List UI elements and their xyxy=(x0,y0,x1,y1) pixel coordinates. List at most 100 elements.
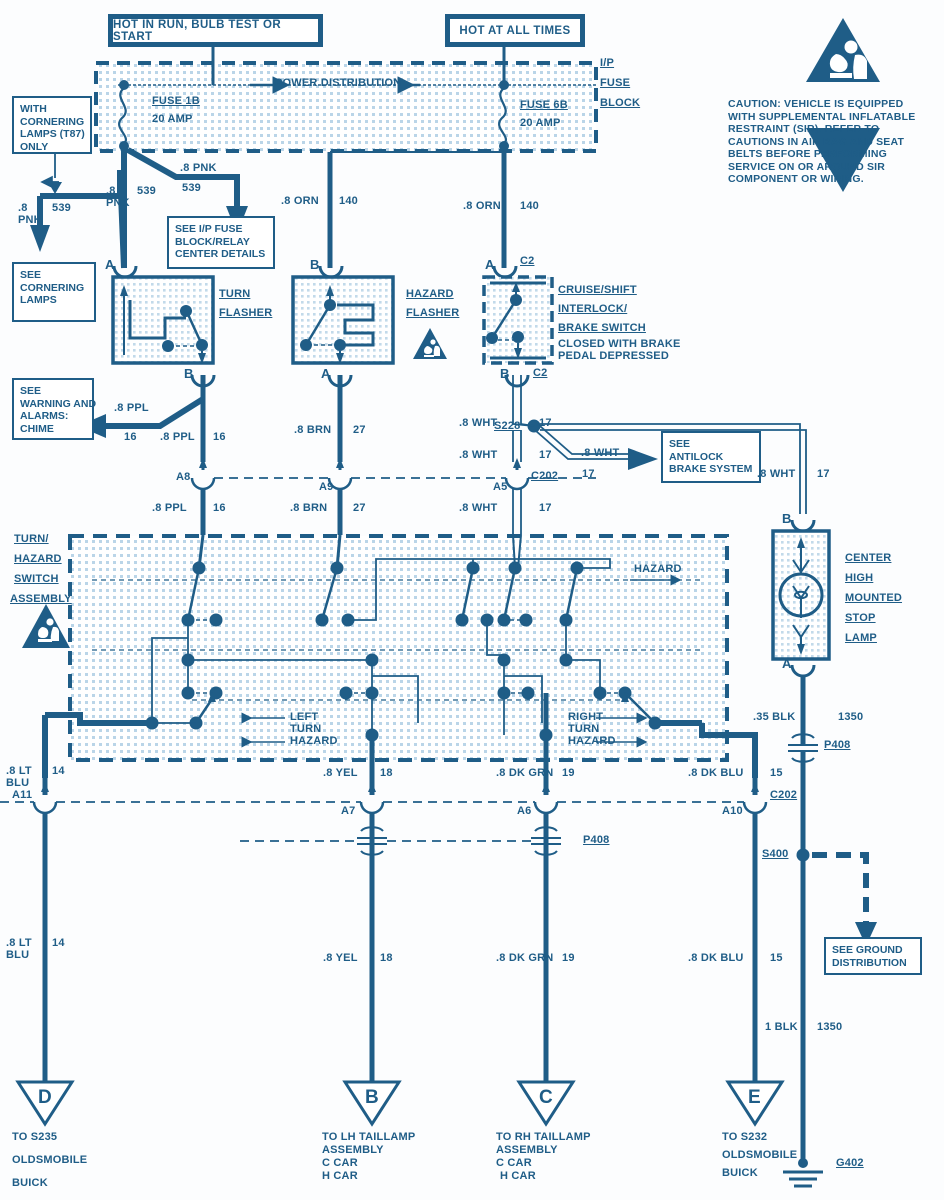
terminal-a5: A5 xyxy=(493,481,508,493)
wire-label-dkblu-1-circuit: 15 xyxy=(770,767,783,779)
wire-label-dkgrn-1-circuit: 19 xyxy=(562,767,575,779)
wire-label-ltblu-1-gauge: .8 LT BLU xyxy=(6,765,32,789)
terminal-a11: A11 xyxy=(12,789,33,801)
terminal-a7: A7 xyxy=(341,805,356,817)
header-hot-at-all-times: HOT AT ALL TIMES xyxy=(445,14,585,47)
note-see-antilock-brake-system: SEE ANTILOCK BRAKE SYSTEM xyxy=(661,431,761,483)
destination-b-to: TO LH TAILLAMP xyxy=(322,1131,416,1143)
splice-s400-label: S400 xyxy=(762,848,789,860)
destination-c-to: TO RH TAILLAMP xyxy=(496,1131,591,1143)
terminal-a10: A10 xyxy=(722,805,743,817)
pin-chmsl-b: B xyxy=(782,511,792,526)
note-with-cornering-lamps: WITH CORNERING LAMPS (T87) ONLY xyxy=(12,96,92,154)
connector-c202-upper: C202 xyxy=(531,470,559,482)
splice-s228-label: S228 xyxy=(494,420,521,432)
switch-flow-left-turn: LEFT TURN xyxy=(290,711,322,735)
ip-fuse-block-label-2: FUSE xyxy=(600,77,631,89)
wire-label-wht-2-circuit: 17 xyxy=(539,449,552,461)
wire-label-yel-1-circuit: 18 xyxy=(380,767,393,779)
component-label-chmsl-5: LAMP xyxy=(845,632,877,644)
component-label-switch-assembly-4: ASSEMBLY xyxy=(10,593,72,605)
destination-d-to: TO S235 xyxy=(12,1131,58,1143)
wire-label-ppl-chime-gauge: .8 PPL xyxy=(114,402,149,414)
terminal-a9: A9 xyxy=(319,481,334,493)
component-label-chmsl-3: MOUNTED xyxy=(845,592,903,604)
component-label-turn-flasher-2: FLASHER xyxy=(219,307,273,319)
wire-label-ltblu-2-gauge: .8 LT BLU xyxy=(6,937,32,961)
destination-letter-b: B xyxy=(365,1087,379,1108)
fuse-6b-name: FUSE 6B xyxy=(520,99,568,111)
switch-flow-right-hazard: HAZARD xyxy=(568,735,616,747)
component-label-cruise-shift-2: INTERLOCK/ xyxy=(558,303,628,315)
terminal-a6: A6 xyxy=(517,805,532,817)
component-label-cruise-shift-3: BRAKE SWITCH xyxy=(558,322,646,334)
fuse-6b-rating: 20 AMP xyxy=(520,117,561,129)
note-see-warning-alarms-chime: SEE WARNING AND ALARMS: CHIME xyxy=(12,378,96,440)
wire-label-wht-chmsl-circuit: 17 xyxy=(817,468,830,480)
destination-letter-c: C xyxy=(539,1087,553,1108)
ip-fuse-block-label-1: I/P xyxy=(600,57,615,69)
destination-letter-d: D xyxy=(38,1087,52,1108)
wire-label-brn-2-circuit: 27 xyxy=(353,502,366,514)
wire-label-dkgrn-2-circuit: 19 xyxy=(562,952,575,964)
pin-brake-switch-b: B xyxy=(500,366,510,381)
wire-label-ppl-2-circuit: 16 xyxy=(213,502,226,514)
wire-label-pnk-cornering-circuit: 539 xyxy=(52,202,71,214)
wire-label-brn-1-gauge: .8 BRN xyxy=(294,424,332,436)
pin-hazard-flasher-a: A xyxy=(321,366,331,381)
component-note-brake-closed-1: CLOSED WITH BRAKE xyxy=(558,338,681,350)
component-label-cruise-shift-1: CRUISE/SHIFT xyxy=(558,284,637,296)
destination-b-line1: ASSEMBLY xyxy=(322,1144,384,1156)
component-label-turn-flasher-1: TURN xyxy=(219,288,251,300)
pin-hazard-flasher-b: B xyxy=(310,257,320,272)
destination-letter-e: E xyxy=(748,1087,761,1108)
note-see-ground-distribution: SEE GROUND DISTRIBUTION xyxy=(824,937,922,975)
ground-g402-label: G402 xyxy=(836,1157,864,1169)
wiring-diagram-canvas: HOT IN RUN, BULB TEST OR START HOT AT AL… xyxy=(0,0,944,1200)
pin-chmsl-a: A xyxy=(782,656,792,671)
wire-label-wht-1-circuit: 17 xyxy=(539,417,552,429)
destination-b-line3: H CAR xyxy=(322,1170,358,1182)
connector-p408-chmsl: P408 xyxy=(824,739,851,751)
wire-label-blk35-circuit: 1350 xyxy=(838,711,864,723)
component-label-hazard-flasher-2: FLASHER xyxy=(406,307,460,319)
wire-label-pnk-flasher-circuit: 539 xyxy=(137,185,156,197)
ip-fuse-block-label-3: BLOCK xyxy=(600,97,641,109)
note-see-cornering-lamps: SEE CORNERING LAMPS xyxy=(12,262,96,322)
wire-label-orn-brake-gauge: .8 ORN xyxy=(463,200,501,212)
wire-label-ppl-1-gauge: .8 PPL xyxy=(160,431,195,443)
destination-d-line1: OLDSMOBILE xyxy=(12,1154,88,1166)
switch-flow-left-hazard: HAZARD xyxy=(290,735,338,747)
pin-brake-switch-a: A xyxy=(485,257,495,272)
note-see-ip-fuse-block: SEE I/P FUSE BLOCK/RELAY CENTER DETAILS xyxy=(167,216,275,269)
wire-label-pnk-fuseblock-circuit: 539 xyxy=(182,182,201,194)
wire-label-yel-2-circuit: 18 xyxy=(380,952,393,964)
connector-p408-yel: P408 xyxy=(583,834,610,846)
wire-label-ltblu-2-circuit: 14 xyxy=(52,937,65,949)
wire-label-brn-2-gauge: .8 BRN xyxy=(290,502,328,514)
wire-label-yel-2-gauge: .8 YEL xyxy=(323,952,358,964)
wire-label-wht-chmsl-gauge: .8 WHT xyxy=(757,468,796,480)
wire-label-ppl-2-gauge: .8 PPL xyxy=(152,502,187,514)
component-note-brake-closed-2: PEDAL DEPRESSED xyxy=(558,350,669,362)
component-label-switch-assembly-1: TURN/ xyxy=(14,533,49,545)
destination-c-line1: ASSEMBLY xyxy=(496,1144,558,1156)
header-hot-in-run: HOT IN RUN, BULB TEST OR START xyxy=(108,14,323,47)
connector-c202-lower: C202 xyxy=(770,789,798,801)
pin-turn-flasher-a: A xyxy=(105,257,115,272)
wire-label-wht-3-gauge: .8 WHT xyxy=(459,502,498,514)
component-label-chmsl-1: CENTER xyxy=(845,552,892,564)
destination-e-line1: OLDSMOBILE xyxy=(722,1149,798,1161)
destination-e-to: TO S232 xyxy=(722,1131,768,1143)
wire-label-blk35-gauge: .35 BLK xyxy=(753,711,796,723)
wire-label-dkblu-2-circuit: 15 xyxy=(770,952,783,964)
component-label-switch-assembly-2: HAZARD xyxy=(14,553,62,565)
wire-label-blk1-circuit: 1350 xyxy=(817,1021,843,1033)
wire-label-dkblu-1-gauge: .8 DK BLU xyxy=(688,767,744,779)
wire-label-blk1-gauge: 1 BLK xyxy=(765,1021,798,1033)
wire-label-yel-1-gauge: .8 YEL xyxy=(323,767,358,779)
wire-label-orn-brake-circuit: 140 xyxy=(520,200,539,212)
wire-label-dkblu-2-gauge: .8 DK BLU xyxy=(688,952,744,964)
wire-label-wht-2-gauge: .8 WHT xyxy=(459,449,498,461)
wire-label-orn-hazard-circuit: 140 xyxy=(339,195,358,207)
